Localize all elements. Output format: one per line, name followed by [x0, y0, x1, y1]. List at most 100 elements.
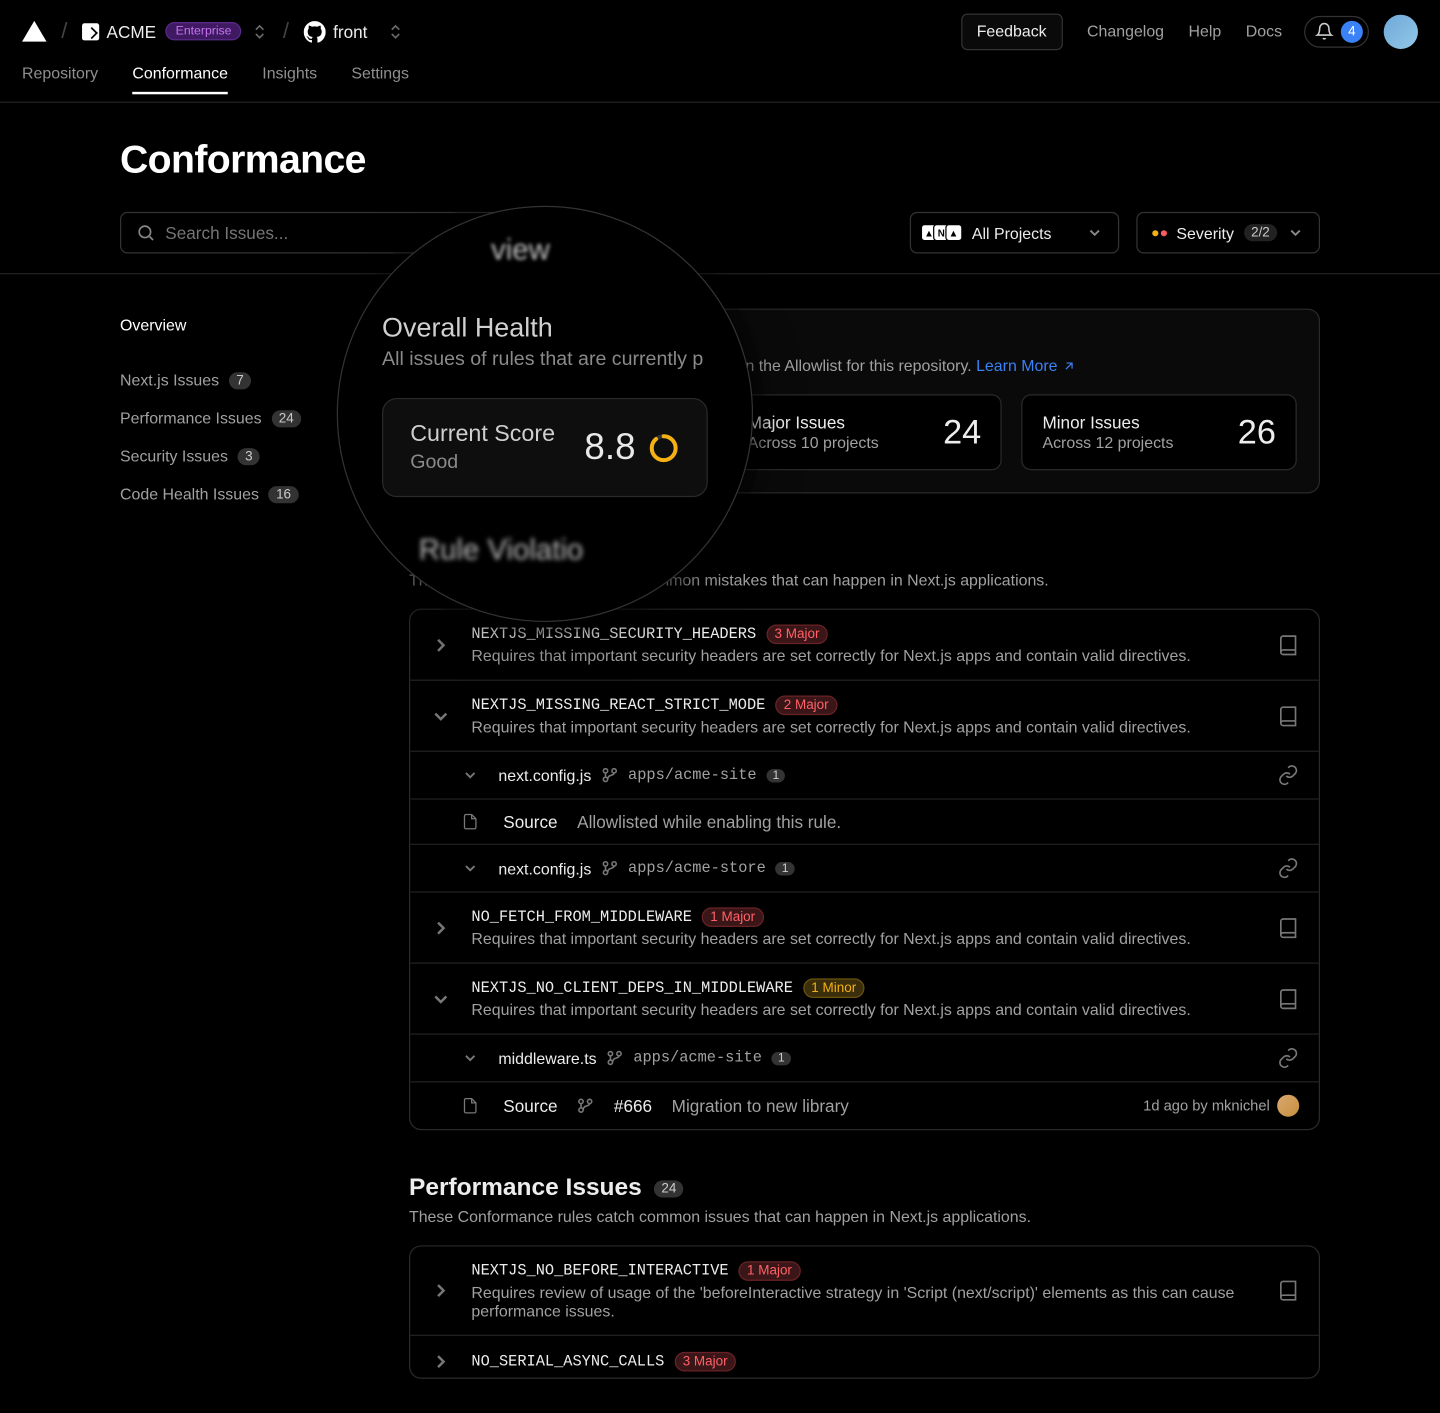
github-icon: [304, 20, 326, 42]
link-icon[interactable]: [1277, 857, 1299, 879]
rule-row[interactable]: NO_FETCH_FROM_MIDDLEWARE1 Major Requires…: [410, 891, 1319, 962]
severity-dropdown[interactable]: Severity 2/2: [1136, 212, 1320, 254]
search-icon: [136, 223, 156, 243]
file-path: apps/acme-site: [628, 767, 757, 784]
magnifier-score-sub: Good: [410, 452, 555, 474]
file-row[interactable]: next.config.js apps/acme-site 1: [410, 751, 1319, 799]
rule-desc: Requires that important security headers…: [471, 1000, 1257, 1018]
sidebar-item-count: 7: [229, 372, 251, 389]
magnifier-sub: All issues of rules that are currently p: [382, 349, 708, 371]
section-header-performance: Performance Issues 24: [409, 1174, 1320, 1202]
file-row[interactable]: next.config.js apps/acme-store 1: [410, 844, 1319, 892]
file-name: next.config.js: [498, 766, 591, 784]
book-icon[interactable]: [1277, 705, 1299, 727]
chevron-right-icon: [430, 634, 452, 656]
rule-name: NEXTJS_MISSING_SECURITY_HEADERS: [471, 626, 756, 643]
source-label: Source: [503, 1096, 557, 1116]
book-icon[interactable]: [1277, 634, 1299, 656]
magnifier-cutoff-top: view: [337, 234, 708, 268]
sidebar-overview-label: Overview: [120, 316, 186, 334]
file-icon: [462, 1097, 479, 1114]
org-switcher-icon[interactable]: [251, 23, 268, 40]
repo-switcher-icon[interactable]: [387, 23, 404, 40]
chevron-right-icon: [430, 917, 452, 939]
source-note: Allowlisted while enabling this rule.: [577, 812, 841, 832]
section-title: Performance Issues: [409, 1174, 642, 1202]
severity-badge: 2 Major: [775, 696, 837, 716]
file-row[interactable]: middleware.ts apps/acme-site 1: [410, 1033, 1319, 1081]
book-icon[interactable]: [1277, 988, 1299, 1010]
org-icon: [82, 23, 99, 40]
sidebar-item-count: 3: [238, 448, 260, 465]
magnifier-overlay: view Overall Health All issues of rules …: [337, 206, 753, 622]
file-path: apps/acme-store: [628, 860, 766, 877]
chevron-down-icon: [462, 767, 479, 784]
avatar[interactable]: [1384, 14, 1418, 48]
stat-title: Major Issues: [748, 413, 879, 433]
source-label: Source: [503, 812, 557, 832]
author-avatar: [1277, 1095, 1299, 1117]
rule-row[interactable]: NO_SERIAL_ASYNC_CALLS3 Major: [410, 1335, 1319, 1378]
help-link[interactable]: Help: [1189, 22, 1222, 40]
branch-icon: [601, 767, 618, 784]
tab-conformance[interactable]: Conformance: [132, 64, 228, 95]
sidebar-item-count: 24: [271, 410, 301, 427]
link-icon[interactable]: [1277, 1047, 1299, 1069]
branch-icon: [601, 860, 618, 877]
file-count: 1: [772, 1051, 791, 1064]
rule-desc: Requires that important security headers…: [471, 718, 1257, 736]
rule-name: NEXTJS_NO_BEFORE_INTERACTIVE: [471, 1262, 728, 1279]
book-icon[interactable]: [1277, 1280, 1299, 1302]
pr-number[interactable]: #666: [614, 1096, 652, 1116]
projects-dropdown[interactable]: ▲N▲ All Projects: [909, 212, 1118, 254]
rule-desc: Requires that important security headers…: [471, 929, 1257, 947]
bell-icon: [1315, 22, 1333, 40]
magnifier-title: Overall Health: [382, 312, 708, 344]
enterprise-badge: Enterprise: [166, 22, 241, 40]
commit-author: 1d ago by mknichel: [1143, 1095, 1299, 1117]
section-sub: These Conformance rules catch common iss…: [409, 1207, 1320, 1225]
notification-count: 4: [1341, 20, 1363, 42]
minor-stat: Minor IssuesAcross 12 projects 26: [1022, 394, 1297, 470]
chevron-down-icon: [1086, 224, 1103, 241]
rule-name: NO_FETCH_FROM_MIDDLEWARE: [471, 909, 691, 926]
commit-message: Migration to new library: [672, 1096, 849, 1116]
slash-icon: /: [61, 18, 67, 44]
commit-time: 1d ago by mknichel: [1143, 1097, 1270, 1114]
chevron-right-icon: [430, 1351, 452, 1373]
magnifier-score-title: Current Score: [410, 421, 555, 448]
rule-row[interactable]: NEXTJS_NO_CLIENT_DEPS_IN_MIDDLEWARE1 Min…: [410, 962, 1319, 1033]
docs-link[interactable]: Docs: [1246, 22, 1282, 40]
severity-badge: 1 Minor: [803, 978, 865, 998]
tab-settings[interactable]: Settings: [351, 64, 409, 95]
magnifier-score-card: Current Score Good 8.8: [382, 398, 708, 497]
rule-row[interactable]: NEXTJS_NO_BEFORE_INTERACTIVE 1 Major Requ…: [410, 1247, 1319, 1335]
severity-badge: 1 Major: [738, 1261, 800, 1281]
sidebar-item-label: Code Health Issues: [120, 485, 259, 503]
stat-sub: Across 10 projects: [748, 433, 879, 451]
rule-list: NEXTJS_MISSING_SECURITY_HEADERS3 Major R…: [409, 609, 1320, 1131]
rule-desc: Requires review of usage of the 'beforeI…: [471, 1283, 1257, 1320]
link-icon[interactable]: [1277, 764, 1299, 786]
feedback-button[interactable]: Feedback: [961, 13, 1063, 50]
major-stat: Major IssuesAcross 10 projects 24: [727, 394, 1002, 470]
external-link-icon: [1062, 359, 1077, 374]
section-count: 24: [654, 1180, 684, 1197]
file-name: next.config.js: [498, 859, 591, 877]
vercel-logo[interactable]: [22, 21, 46, 42]
repo-name[interactable]: front: [333, 21, 367, 41]
chevron-down-icon: [430, 705, 452, 727]
rule-row[interactable]: NEXTJS_MISSING_REACT_STRICT_MODE2 Major …: [410, 680, 1319, 751]
tab-insights[interactable]: Insights: [262, 64, 317, 95]
learn-more-link[interactable]: Learn More: [976, 356, 1077, 374]
org-name[interactable]: ACME: [107, 21, 157, 41]
sidebar-item-label: Performance Issues: [120, 409, 262, 427]
notifications-button[interactable]: 4: [1304, 15, 1369, 47]
tab-repository[interactable]: Repository: [22, 64, 98, 95]
source-row: Source #666 Migration to new library 1d …: [410, 1081, 1319, 1129]
changelog-link[interactable]: Changelog: [1087, 22, 1164, 40]
magnifier-score-value: 8.8: [584, 427, 635, 469]
chevron-down-icon: [462, 1049, 479, 1066]
book-icon[interactable]: [1277, 917, 1299, 939]
file-count: 1: [766, 768, 785, 781]
